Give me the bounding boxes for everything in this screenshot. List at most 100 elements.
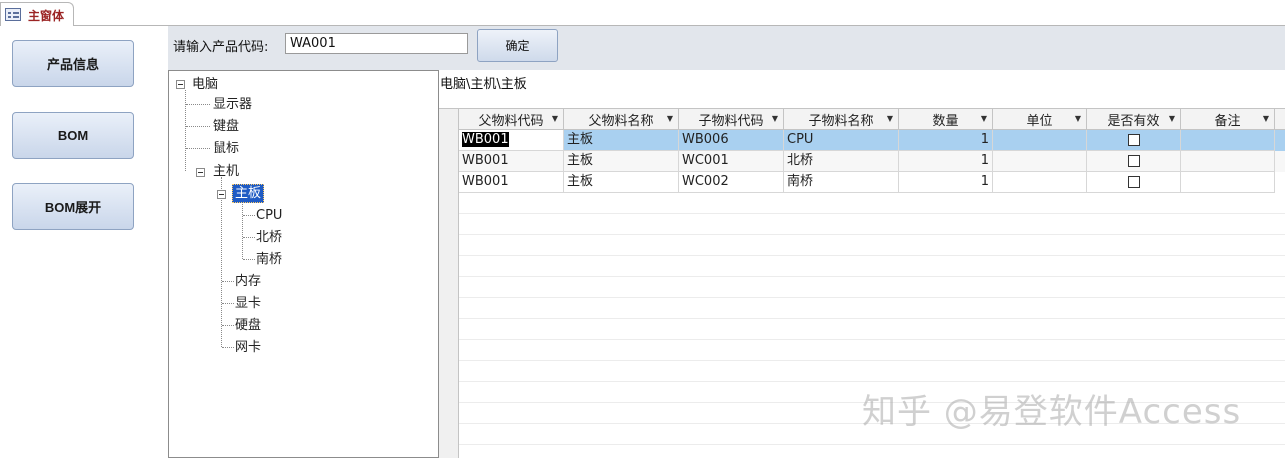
empty-row xyxy=(459,256,1285,277)
table-row[interactable]: WB001 主板 WC001 北桥 1 xyxy=(459,151,1285,172)
tree-line xyxy=(222,347,234,348)
tree-node-southbridge[interactable]: 南桥 xyxy=(256,251,282,268)
dropdown-caret-icon[interactable]: ▼ xyxy=(1075,114,1081,123)
cell-parent-code[interactable]: WB001 xyxy=(459,172,564,193)
tree-line xyxy=(221,177,222,347)
bom-tree[interactable]: 电脑 显示器 键盘 鼠标 主机 主板 CPU 北桥 南桥 内存 显卡 硬盘 网卡 xyxy=(168,70,439,458)
column-header-child-code[interactable]: 子物料代码 ▼ xyxy=(679,109,784,130)
tree-line xyxy=(222,325,234,326)
dropdown-caret-icon[interactable]: ▼ xyxy=(1169,114,1175,123)
confirm-button[interactable]: 确定 xyxy=(477,29,558,62)
cell-parent-code[interactable]: WB001 xyxy=(459,151,564,172)
tree-line xyxy=(243,237,255,238)
product-code-label: 请输入产品代码: xyxy=(173,40,269,55)
grid-header: 父物料代码 ▼ 父物料名称 ▼ 子物料代码 ▼ 子物料名称 ▼ 数量 ▼ 单位 ▼ 是否有效… xyxy=(439,109,1285,130)
tree-node-motherboard[interactable]: 主板 xyxy=(232,184,265,203)
cell-child-code[interactable]: WB006 xyxy=(679,130,784,151)
select-all-corner[interactable] xyxy=(439,109,459,130)
form-icon xyxy=(5,8,21,21)
column-header-parent-code[interactable]: 父物料代码 ▼ xyxy=(459,109,564,130)
tree-node-cpu[interactable]: CPU xyxy=(256,207,282,224)
tree-line xyxy=(242,199,243,259)
dropdown-caret-icon[interactable]: ▼ xyxy=(1263,114,1269,123)
tree-line xyxy=(186,104,210,105)
tree-node-computer[interactable]: 电脑 xyxy=(192,76,218,93)
valid-checkbox[interactable] xyxy=(1128,176,1140,188)
tree-node-harddisk[interactable]: 硬盘 xyxy=(235,317,261,334)
tree-line xyxy=(186,148,210,149)
watermark: 知乎 @易登软件Access xyxy=(862,392,1242,432)
bom-button[interactable]: BOM xyxy=(12,112,134,159)
breadcrumb: 电脑\主机\主板 xyxy=(440,77,527,92)
cell-child-code[interactable]: WC001 xyxy=(679,151,784,172)
valid-checkbox[interactable] xyxy=(1128,134,1140,146)
empty-row xyxy=(459,340,1285,361)
empty-row xyxy=(459,214,1285,235)
dropdown-caret-icon[interactable]: ▼ xyxy=(552,114,558,123)
empty-row xyxy=(459,298,1285,319)
valid-checkbox[interactable] xyxy=(1128,155,1140,167)
tree-line xyxy=(243,215,255,216)
cell-quantity[interactable]: 1 xyxy=(899,130,993,151)
tree-node-graphics[interactable]: 显卡 xyxy=(235,295,261,312)
tree-node-memory[interactable]: 内存 xyxy=(235,273,261,290)
empty-row xyxy=(459,319,1285,340)
empty-row xyxy=(459,235,1285,256)
cell-parent-name[interactable]: 主板 xyxy=(564,151,679,172)
empty-row xyxy=(459,277,1285,298)
column-header-quantity[interactable]: 数量 ▼ xyxy=(899,109,993,130)
column-header-child-name[interactable]: 子物料名称 ▼ xyxy=(784,109,899,130)
cell-parent-name[interactable]: 主板 xyxy=(564,130,679,151)
empty-row xyxy=(459,193,1285,214)
tree-node-keyboard[interactable]: 键盘 xyxy=(213,118,239,135)
cell-unit[interactable] xyxy=(993,172,1087,193)
tree-line xyxy=(243,259,255,260)
tree-node-northbridge[interactable]: 北桥 xyxy=(256,229,282,246)
tree-node-mouse[interactable]: 鼠标 xyxy=(213,140,239,157)
tree-node-nic[interactable]: 网卡 xyxy=(235,339,261,356)
cell-quantity[interactable]: 1 xyxy=(899,172,993,193)
cell-note[interactable] xyxy=(1181,130,1275,151)
cell-unit[interactable] xyxy=(993,151,1087,172)
cell-child-name[interactable]: CPU xyxy=(784,130,899,151)
tree-line xyxy=(185,90,186,171)
cell-child-name[interactable]: 南桥 xyxy=(784,172,899,193)
dropdown-caret-icon[interactable]: ▼ xyxy=(667,114,673,123)
collapse-icon[interactable] xyxy=(196,168,205,177)
column-header-parent-name[interactable]: 父物料名称 ▼ xyxy=(564,109,679,130)
column-header-valid[interactable]: 是否有效 ▼ xyxy=(1087,109,1181,130)
table-row[interactable]: WB001 主板 WC002 南桥 1 xyxy=(459,172,1285,193)
cell-unit[interactable] xyxy=(993,130,1087,151)
document-tab-strip: 主窗体 xyxy=(0,0,1285,26)
collapse-icon[interactable] xyxy=(176,80,185,89)
cell-note[interactable] xyxy=(1181,172,1275,193)
search-bar: 请输入产品代码: 确定 xyxy=(168,26,1285,70)
bom-expand-button[interactable]: BOM展开 xyxy=(12,183,134,230)
column-header-unit[interactable]: 单位 ▼ xyxy=(993,109,1087,130)
cell-parent-name[interactable]: 主板 xyxy=(564,172,679,193)
product-code-input[interactable] xyxy=(285,33,468,54)
table-row[interactable]: WB001 主板 WB006 CPU 1 xyxy=(459,130,1285,151)
cell-note[interactable] xyxy=(1181,151,1275,172)
cell-valid xyxy=(1087,130,1181,151)
tree-line xyxy=(222,303,234,304)
tree-node-host[interactable]: 主机 xyxy=(213,163,239,180)
dropdown-caret-icon[interactable]: ▼ xyxy=(981,114,987,123)
cell-child-name[interactable]: 北桥 xyxy=(784,151,899,172)
tree-line xyxy=(186,126,210,127)
column-header-note[interactable]: 备注 ▼ xyxy=(1181,109,1275,130)
tree-node-monitor[interactable]: 显示器 xyxy=(213,96,252,113)
tree-line xyxy=(222,281,234,282)
tab-main-form[interactable]: 主窗体 xyxy=(0,2,74,26)
cell-valid xyxy=(1087,172,1181,193)
cell-parent-code[interactable]: WB001 xyxy=(459,130,564,151)
tab-label: 主窗体 xyxy=(28,9,65,23)
collapse-icon[interactable] xyxy=(217,190,226,199)
record-selector-column[interactable] xyxy=(439,130,459,458)
dropdown-caret-icon[interactable]: ▼ xyxy=(887,114,893,123)
cell-quantity[interactable]: 1 xyxy=(899,151,993,172)
dropdown-caret-icon[interactable]: ▼ xyxy=(772,114,778,123)
empty-row xyxy=(459,361,1285,382)
product-info-button[interactable]: 产品信息 xyxy=(12,40,134,87)
cell-child-code[interactable]: WC002 xyxy=(679,172,784,193)
